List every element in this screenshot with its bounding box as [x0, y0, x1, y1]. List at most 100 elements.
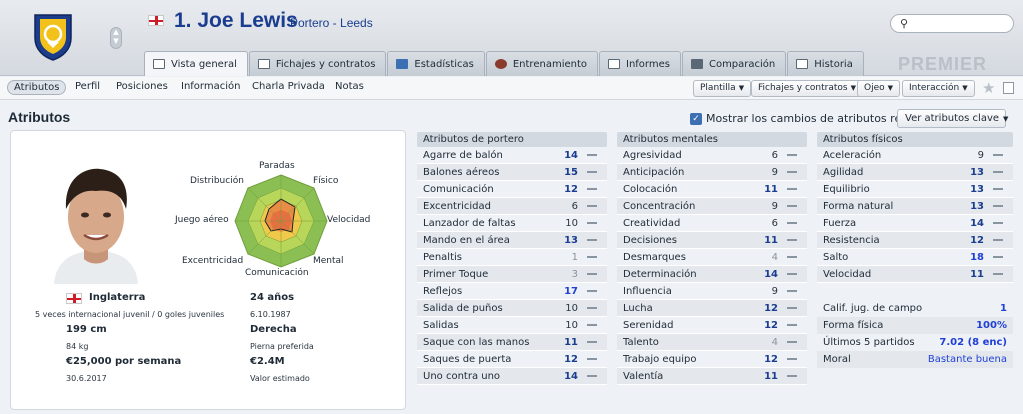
- preferred-foot: Derecha: [250, 324, 297, 335]
- attribute-row: Fuerza 14: [817, 215, 1013, 232]
- player-stepper[interactable]: ▲ ▼: [110, 27, 122, 49]
- attribute-row: Agilidad 13: [817, 164, 1013, 181]
- attribute-row: Reflejos 17: [417, 283, 607, 300]
- tab-label: Vista general: [171, 58, 237, 70]
- attribute-value: 9: [771, 285, 778, 297]
- attribute-row: Saques de puerta 12: [417, 351, 607, 368]
- attribute-row: Agarre de balón 14: [417, 147, 607, 164]
- attribute-value: 10: [565, 319, 578, 331]
- subnav-attributes[interactable]: Atributos: [7, 80, 67, 95]
- tab-transfers[interactable]: Fichajes y contratos: [248, 51, 387, 76]
- attribute-name: Reflejos: [423, 285, 463, 297]
- tab-label: Entrenamiento: [512, 58, 587, 70]
- tab-overview[interactable]: Vista general: [144, 51, 248, 76]
- attribute-row: Comunicación 12: [417, 181, 607, 198]
- radar-label-aerial: Juego aéreo: [175, 215, 229, 225]
- attribute-name: Serenidad: [623, 319, 674, 331]
- tab-stats[interactable]: Estadísticas: [387, 51, 485, 76]
- radar-label-mental: Mental: [313, 256, 344, 266]
- trend-flat-icon: [787, 341, 797, 343]
- player-weight: 84 kg: [66, 342, 89, 351]
- attribute-name: Salida de puños: [423, 302, 503, 314]
- attribute-name: Aceleración: [823, 149, 882, 161]
- contract-end: 30.6.2017: [66, 374, 107, 383]
- add-note-icon[interactable]: [1003, 82, 1014, 94]
- status-row: Últimos 5 partidos 7.02 (8 enc): [817, 334, 1013, 351]
- attribute-name: Anticipación: [623, 166, 685, 178]
- attribute-name: Determinación: [623, 268, 697, 280]
- date-of-birth: 6.10.1987: [250, 310, 291, 319]
- tab-history[interactable]: Historia: [787, 51, 864, 76]
- attribute-value: 14: [564, 149, 578, 161]
- attribute-value: 4: [771, 336, 778, 348]
- search-input[interactable]: ⚲: [890, 14, 1014, 33]
- tab-reports[interactable]: Informes: [599, 51, 681, 76]
- player-value: €2.4M: [250, 356, 285, 367]
- attribute-value: 10: [565, 217, 578, 229]
- trend-flat-icon: [787, 307, 797, 309]
- subnav-positions[interactable]: Posiciones: [116, 81, 168, 92]
- tab-bar: Vista general Fichajes y contratos Estad…: [144, 51, 865, 76]
- subnav-private-chat[interactable]: Charla Privada: [252, 81, 325, 92]
- view-key-attributes-dropdown[interactable]: Ver atributos clave ▼: [897, 109, 1009, 128]
- trend-flat-icon: [993, 171, 1003, 173]
- trend-flat-icon: [587, 341, 597, 343]
- attribute-name: Forma natural: [823, 200, 894, 212]
- dropdown-label: Ver atributos clave: [905, 113, 1000, 124]
- chevron-down-icon: ▼: [850, 84, 856, 92]
- squad-dropdown[interactable]: Plantilla ▼: [693, 80, 752, 97]
- attribute-row: Creatividad 6: [617, 215, 807, 232]
- attribute-name: Influencia: [623, 285, 672, 297]
- radar-label-saves: Paradas: [259, 161, 295, 171]
- physical-attributes: Atributos físicos Aceleración 9 Agilidad 13…: [817, 132, 1013, 368]
- trend-flat-icon: [787, 375, 797, 377]
- chevron-down-icon: ▼: [1003, 115, 1009, 123]
- attribute-row: Primer Toque 3: [417, 266, 607, 283]
- attribute-row: Salidas 10: [417, 317, 607, 334]
- dropdown-label: Ojeo: [864, 83, 885, 93]
- attribute-value: 11: [764, 234, 778, 246]
- search-icon: ⚲: [900, 17, 909, 30]
- interaction-dropdown[interactable]: Interacción ▼: [902, 80, 975, 97]
- attribute-value: 6: [771, 217, 778, 229]
- attribute-value: 4: [771, 251, 778, 263]
- scouting-dropdown[interactable]: Ojeo ▼: [857, 80, 901, 97]
- attribute-row: Desmarques 4: [617, 249, 807, 266]
- attribute-row: Velocidad 11: [817, 266, 1013, 283]
- attribute-value: 9: [977, 149, 984, 161]
- status-name: Últimos 5 partidos: [823, 337, 915, 348]
- player-value-label: Valor estimado: [250, 374, 310, 383]
- attribute-row: Trabajo equipo 12: [617, 351, 807, 368]
- attribute-row: Salida de puños 10: [417, 300, 607, 317]
- trend-flat-icon: [993, 273, 1003, 275]
- show-changes-checkbox[interactable]: ✓: [690, 113, 702, 125]
- subnav-profile[interactable]: Perfil: [75, 81, 100, 92]
- dropdown-label: Fichajes y contratos: [758, 83, 848, 93]
- attribute-value: 12: [564, 183, 578, 195]
- attribute-value: 3: [571, 268, 578, 280]
- attribute-name: Salto: [823, 251, 849, 263]
- history-icon: [796, 59, 809, 69]
- trend-flat-icon: [587, 171, 597, 173]
- subnav-information[interactable]: Información: [181, 81, 240, 92]
- attribute-value: 12: [564, 353, 578, 365]
- attribute-value: 14: [764, 268, 778, 280]
- subnav-notes[interactable]: Notas: [335, 81, 364, 92]
- attribute-name: Uno contra uno: [423, 370, 501, 382]
- club-crest-icon: [34, 14, 72, 61]
- tab-training[interactable]: Entrenamiento: [485, 51, 598, 76]
- transfers-dropdown[interactable]: Fichajes y contratos ▼: [751, 80, 863, 97]
- player-position-club: Portero - Leeds: [290, 16, 373, 30]
- status-row: Moral Bastante buena: [817, 351, 1013, 368]
- attribute-value: 17: [564, 285, 578, 297]
- star-icon[interactable]: ★: [982, 79, 995, 97]
- attribute-row: Excentricidad 6: [417, 198, 607, 215]
- attribute-row: Agresividad 6: [617, 147, 807, 164]
- tab-comparison[interactable]: Comparación: [681, 51, 787, 76]
- attribute-value: 11: [564, 336, 578, 348]
- attribute-name: Velocidad: [823, 268, 872, 280]
- attribute-name: Talento: [623, 336, 659, 348]
- preferred-foot-label: Pierna preferida: [250, 342, 314, 351]
- attribute-value: 12: [764, 319, 778, 331]
- trend-flat-icon: [587, 375, 597, 377]
